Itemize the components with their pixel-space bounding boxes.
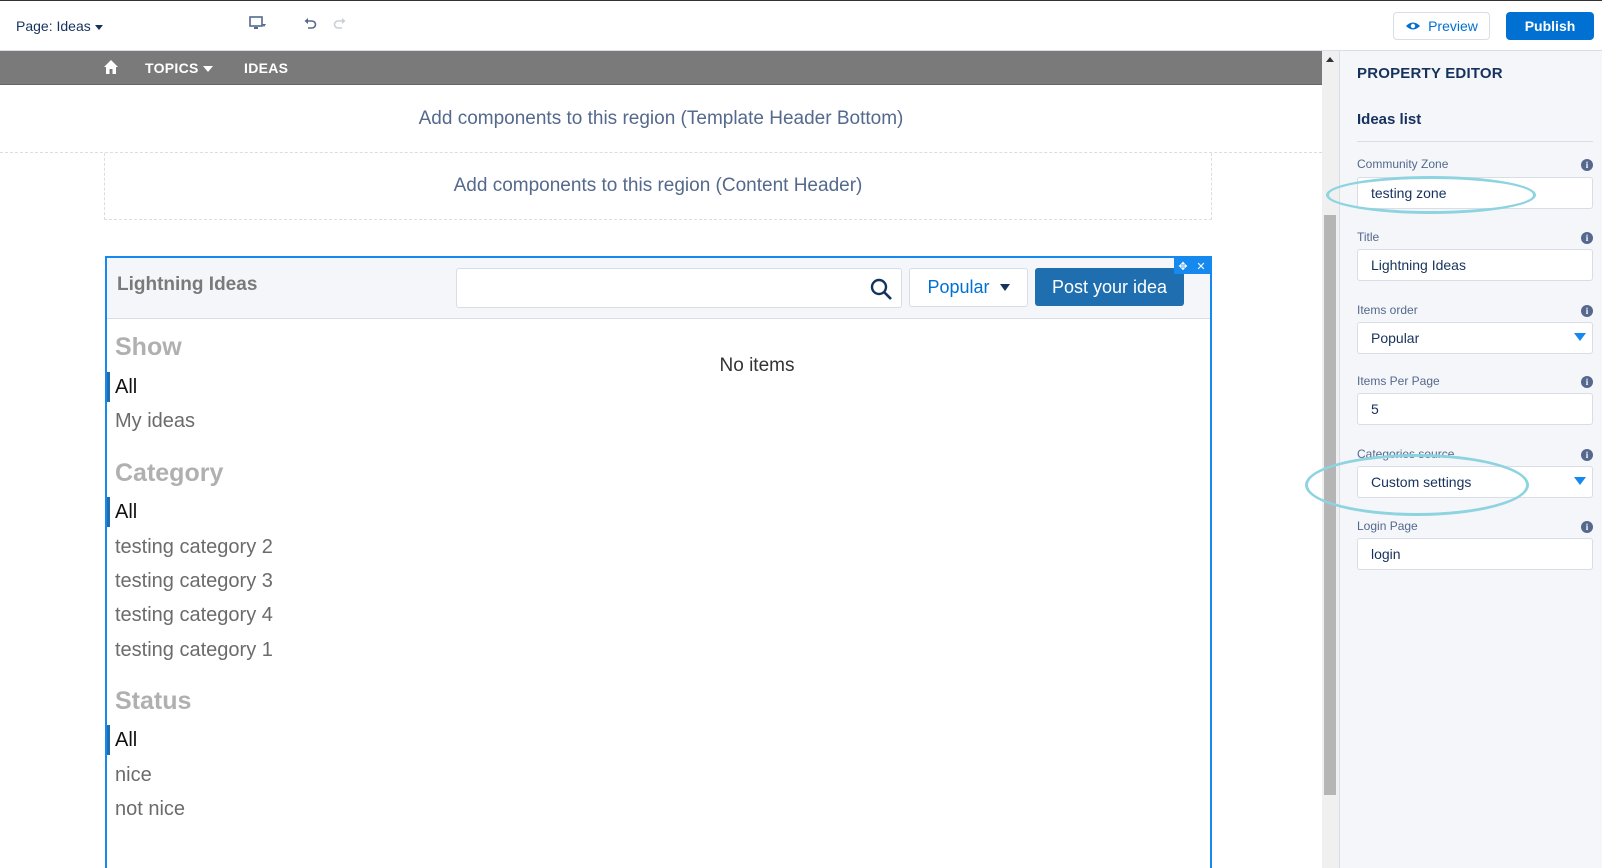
categories-source-label: Categories source bbox=[1357, 447, 1455, 461]
chevron-down-icon bbox=[94, 24, 103, 30]
login-page-label: Login Page bbox=[1357, 519, 1418, 533]
search-icon[interactable] bbox=[869, 277, 893, 301]
move-icon[interactable]: ✥ bbox=[1178, 260, 1187, 273]
ideas-header: Lightning Ideas Popular Post your idea ✥… bbox=[107, 258, 1210, 319]
info-icon[interactable]: i bbox=[1581, 159, 1593, 171]
device-selector-button[interactable] bbox=[249, 14, 267, 34]
monitor-icon bbox=[249, 16, 266, 29]
region-template-header-bottom[interactable]: Add components to this region (Template … bbox=[0, 85, 1322, 153]
redo-button[interactable] bbox=[333, 14, 347, 34]
filter-category-item[interactable]: testing category 1 bbox=[115, 639, 273, 662]
empty-message: No items bbox=[719, 355, 795, 376]
filter-status-item[interactable]: nice bbox=[115, 764, 152, 787]
info-icon[interactable]: i bbox=[1581, 376, 1593, 388]
sort-dropdown[interactable]: Popular bbox=[909, 268, 1028, 307]
items-order-value: Popular bbox=[1371, 330, 1420, 346]
chevron-down-icon bbox=[202, 66, 213, 73]
component-actions: ✥ ✕ bbox=[1174, 258, 1210, 274]
undo-button[interactable] bbox=[303, 14, 317, 34]
scroll-up-arrow-icon[interactable] bbox=[1326, 57, 1334, 62]
info-icon[interactable]: i bbox=[1581, 232, 1593, 244]
filter-status-title: Status bbox=[115, 687, 192, 715]
post-idea-button[interactable]: Post your idea bbox=[1035, 268, 1184, 306]
sort-label: Popular bbox=[927, 277, 990, 297]
active-indicator bbox=[107, 372, 110, 402]
chevron-down-icon bbox=[1574, 477, 1586, 485]
home-icon[interactable] bbox=[103, 59, 119, 75]
categories-source-select[interactable]: Custom settings bbox=[1357, 466, 1593, 498]
eye-icon bbox=[1406, 22, 1421, 30]
undo-icon bbox=[304, 18, 317, 29]
filter-category-item[interactable]: testing category 4 bbox=[115, 604, 273, 627]
items-per-page-field[interactable]: 5 bbox=[1357, 393, 1593, 425]
active-indicator bbox=[107, 725, 110, 755]
login-page-field[interactable]: login bbox=[1357, 538, 1593, 570]
community-zone-label: Community Zone bbox=[1357, 157, 1449, 171]
redo-icon bbox=[333, 18, 346, 29]
filter-show-my-ideas[interactable]: My ideas bbox=[115, 410, 195, 433]
property-editor-heading: PROPERTY EDITOR bbox=[1357, 65, 1503, 82]
filter-status-all[interactable]: All bbox=[115, 729, 137, 752]
preview-label: Preview bbox=[1428, 18, 1478, 34]
filter-show-all[interactable]: All bbox=[115, 376, 137, 399]
builder-toolbar: Page: Ideas Preview Publish bbox=[0, 0, 1602, 51]
chevron-down-icon bbox=[999, 284, 1010, 291]
component-name: Ideas list bbox=[1357, 111, 1422, 128]
title-field[interactable]: Lightning Ideas bbox=[1357, 249, 1593, 281]
preview-button[interactable]: Preview bbox=[1393, 12, 1490, 40]
page-canvas: TOPICS IDEAS Add components to this regi… bbox=[0, 51, 1322, 868]
region-content-header[interactable]: Add components to this region (Content H… bbox=[104, 153, 1212, 220]
chevron-down-icon bbox=[1574, 333, 1586, 341]
divider bbox=[1357, 141, 1593, 142]
info-icon[interactable]: i bbox=[1581, 521, 1593, 533]
filter-category-item[interactable]: testing category 2 bbox=[115, 536, 273, 559]
nav-item-ideas[interactable]: IDEAS bbox=[244, 60, 288, 76]
page-selector[interactable]: Page: Ideas bbox=[16, 18, 103, 34]
ideas-title: Lightning Ideas bbox=[117, 274, 258, 295]
filter-show-title: Show bbox=[115, 333, 182, 361]
categories-source-value: Custom settings bbox=[1371, 474, 1472, 490]
items-order-label: Items order bbox=[1357, 303, 1418, 317]
ideas-list-component[interactable]: Lightning Ideas Popular Post your idea ✥… bbox=[105, 256, 1212, 868]
community-zone-field[interactable]: testing zone bbox=[1357, 177, 1593, 209]
canvas-scrollbar[interactable] bbox=[1322, 51, 1339, 868]
items-per-page-label: Items Per Page bbox=[1357, 374, 1440, 388]
publish-button[interactable]: Publish bbox=[1506, 12, 1594, 40]
page-selector-label: Page: Ideas bbox=[16, 18, 91, 34]
ideas-search-input[interactable] bbox=[456, 268, 902, 308]
community-navbar: TOPICS IDEAS bbox=[0, 51, 1322, 85]
nav-item-topics[interactable]: TOPICS bbox=[145, 60, 213, 76]
filter-category-all[interactable]: All bbox=[115, 501, 137, 524]
items-order-select[interactable]: Popular bbox=[1357, 322, 1593, 354]
filter-category-title: Category bbox=[115, 459, 224, 487]
nav-topics-label: TOPICS bbox=[145, 60, 199, 76]
active-indicator bbox=[107, 497, 110, 527]
info-icon[interactable]: i bbox=[1581, 305, 1593, 317]
filter-category-item[interactable]: testing category 3 bbox=[115, 570, 273, 593]
title-label: Title bbox=[1357, 230, 1380, 244]
close-icon[interactable]: ✕ bbox=[1196, 260, 1205, 273]
property-editor-panel: PROPERTY EDITOR Ideas list Community Zon… bbox=[1339, 51, 1602, 868]
scroll-thumb[interactable] bbox=[1324, 215, 1336, 795]
info-icon[interactable]: i bbox=[1581, 449, 1593, 461]
filter-status-item[interactable]: not nice bbox=[115, 798, 185, 821]
